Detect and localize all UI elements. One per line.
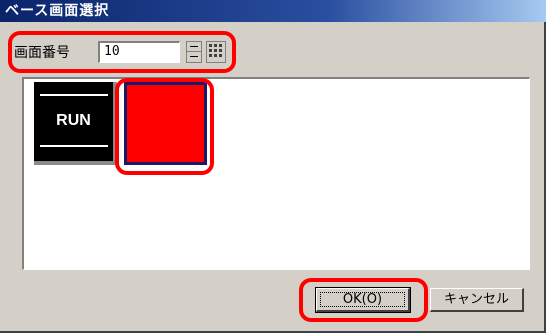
spin-up-button[interactable]: [187, 42, 201, 52]
base-screen-select-dialog: ベース画面選択 画面番号 10 RUN OK(O) キャンセル: [0, 0, 546, 333]
cancel-button[interactable]: キャンセル: [430, 288, 524, 312]
thumbnail-run-label: RUN: [56, 112, 91, 129]
keypad-icon[interactable]: [206, 41, 226, 63]
spin-icon[interactable]: [186, 41, 202, 63]
cancel-button-label: キャンセル: [443, 292, 509, 307]
screen-thumbnail-selected[interactable]: [124, 82, 207, 165]
screen-preview-panel: RUN: [22, 77, 530, 270]
screen-number-input[interactable]: 10: [98, 41, 180, 63]
screen-thumbnail-run[interactable]: RUN: [34, 82, 117, 165]
ok-button[interactable]: OK(O): [315, 287, 411, 313]
dialog-title: ベース画面選択: [5, 3, 110, 19]
spin-down-button[interactable]: [187, 52, 201, 62]
title-bar: ベース画面選択: [0, 0, 546, 22]
screen-number-label: 画面番号: [14, 45, 70, 61]
